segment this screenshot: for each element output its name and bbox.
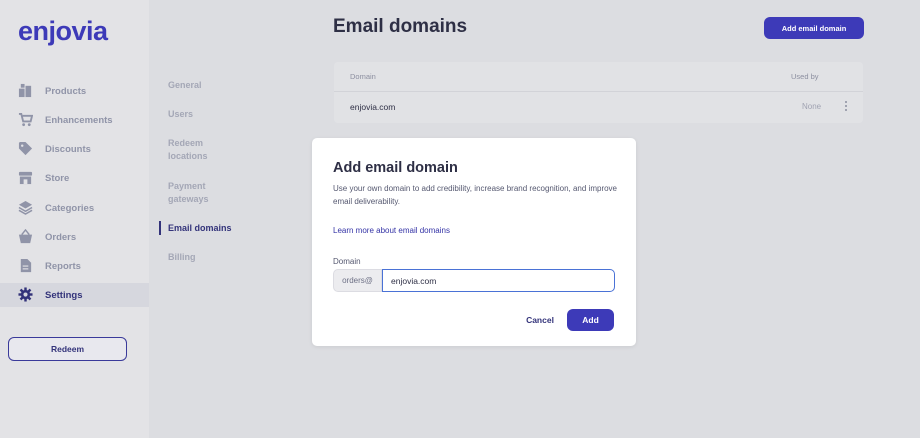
- sidebar-item-label: Discounts: [45, 143, 91, 155]
- active-indicator: [159, 221, 161, 235]
- tag-icon: [18, 141, 33, 156]
- domains-table: Domain Used by enjovia.com None: [334, 62, 863, 123]
- domain-input[interactable]: [382, 269, 615, 292]
- sidebar-item-label: Reports: [45, 260, 81, 272]
- add-email-domain-dialog: Add email domain Use your own domain to …: [312, 138, 636, 346]
- domain-field-label: Domain: [333, 257, 361, 266]
- subnav-item-billing[interactable]: Billing: [168, 251, 196, 264]
- sidebar-item-label: Settings: [45, 289, 83, 301]
- sidebar-item-label: Enhancements: [45, 114, 113, 126]
- gear-icon: [18, 287, 33, 302]
- sidebar-item-label: Orders: [45, 231, 77, 243]
- email-prefix: orders@: [333, 269, 382, 292]
- sidebar-item-enhancements[interactable]: Enhancements: [0, 108, 149, 132]
- column-header-used-by: Used by: [791, 72, 819, 81]
- cancel-button[interactable]: Cancel: [518, 310, 562, 330]
- redeem-button[interactable]: Redeem: [8, 337, 127, 361]
- subnav-item-general[interactable]: General: [168, 79, 202, 92]
- learn-more-link[interactable]: Learn more about email domains: [333, 226, 450, 235]
- add-button[interactable]: Add: [567, 309, 614, 331]
- document-icon: [20, 258, 32, 273]
- sidebar-item-store[interactable]: Store: [0, 166, 149, 190]
- sidebar-item-categories[interactable]: Categories: [0, 196, 149, 220]
- basket-icon: [18, 229, 33, 244]
- sidebar-item-label: Store: [45, 172, 70, 184]
- sidebar-item-orders[interactable]: Orders: [0, 225, 149, 249]
- subnav-item-redeem-locations[interactable]: Redeem locations: [168, 137, 208, 163]
- table-divider: [334, 91, 863, 92]
- table-cell-domain: enjovia.com: [350, 102, 396, 112]
- enjovia-logo[interactable]: enjovia: [18, 14, 118, 50]
- add-email-domain-button[interactable]: Add email domain: [764, 17, 864, 39]
- sidebar-item-label: Categories: [45, 202, 95, 214]
- row-menu-icon[interactable]: [843, 101, 849, 113]
- boxes-icon: [18, 83, 32, 98]
- dialog-title: Add email domain: [333, 160, 458, 176]
- cart-icon: [18, 112, 33, 127]
- dialog-description: Use your own domain to add credibility, …: [333, 184, 618, 206]
- logo-wordmark: enjovia: [18, 16, 109, 46]
- sidebar-item-products[interactable]: Products: [0, 79, 149, 103]
- sidebar-item-settings[interactable]: Settings: [0, 283, 149, 307]
- column-header-domain: Domain: [350, 72, 376, 81]
- sidebar-item-reports[interactable]: Reports: [0, 254, 149, 278]
- sidebar: enjovia Products Enhancements Discounts …: [0, 0, 149, 438]
- sidebar-item-discounts[interactable]: Discounts: [0, 137, 149, 161]
- table-cell-used-by: None: [802, 102, 822, 111]
- page-title: Email domains: [333, 16, 468, 37]
- subnav-item-email-domains[interactable]: Email domains: [168, 222, 232, 235]
- subnav-item-payment-gateways[interactable]: Payment gateways: [168, 180, 209, 206]
- sidebar-item-label: Products: [45, 85, 87, 97]
- layers-icon: [18, 200, 33, 215]
- subnav-item-users[interactable]: Users: [168, 108, 193, 121]
- store-icon: [18, 171, 33, 185]
